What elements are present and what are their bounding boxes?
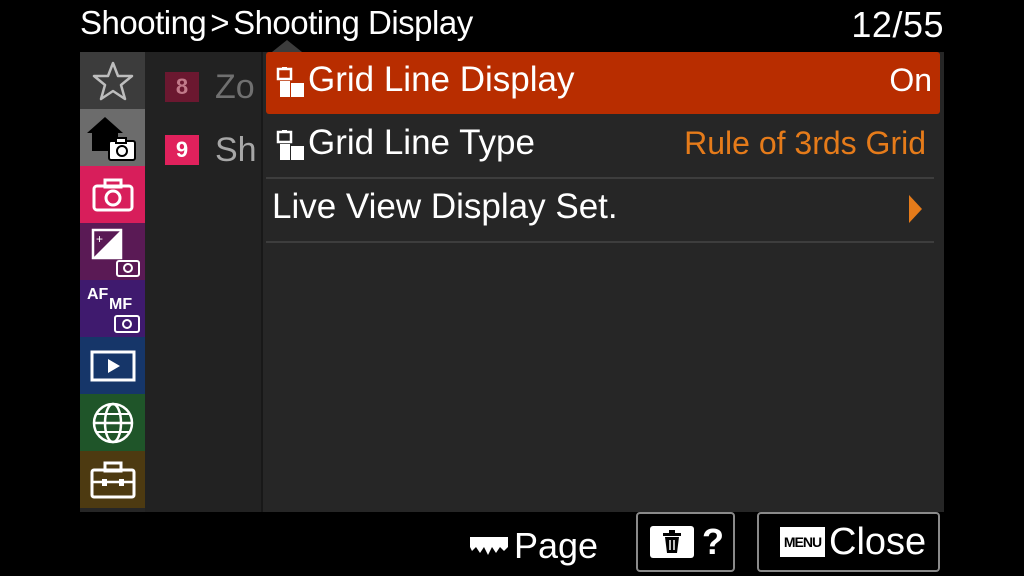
- exposure-comp-icon: +: [91, 228, 140, 277]
- tab-network[interactable]: [80, 394, 145, 451]
- tab-focus[interactable]: AF MF: [80, 280, 145, 337]
- group-label: Sh: [215, 130, 257, 169]
- af-mf-icon: AF MF: [87, 286, 140, 333]
- submenu-arrow-icon: [909, 195, 922, 223]
- tab-main[interactable]: [80, 109, 145, 166]
- menu-item-label: Grid Line Display: [308, 60, 575, 99]
- category-tabs: + AF MF: [80, 52, 145, 512]
- group-item[interactable]: 8 Zo: [165, 67, 255, 107]
- tab-shooting[interactable]: [80, 166, 145, 223]
- page-count: 12/55: [851, 4, 944, 45]
- breadcrumb-parent: Shooting: [80, 4, 207, 41]
- page-label: Page: [514, 525, 599, 566]
- still-movie-icon: [276, 67, 304, 97]
- camera-icon: [92, 178, 133, 211]
- star-icon: [92, 61, 133, 100]
- tab-exposure-color[interactable]: +: [80, 223, 145, 280]
- breadcrumb-separator: >: [210, 4, 230, 41]
- tab-favorites[interactable]: [80, 52, 145, 109]
- breadcrumb: Shooting > Shooting Display: [80, 4, 473, 42]
- menu-item-grid-line-type[interactable]: Grid Line Type Rule of 3rds Grid: [266, 115, 934, 179]
- group-list: 8 Zo 9 Sh: [145, 52, 261, 512]
- menu-key-icon: MENU: [780, 527, 825, 557]
- breadcrumb-current: Shooting Display: [233, 4, 473, 41]
- toolbox-icon: [90, 461, 135, 498]
- svg-text:AF: AF: [87, 286, 109, 303]
- footer: Page ? MENU Close: [0, 512, 1024, 576]
- column-divider: [261, 52, 263, 512]
- page-hint: Page: [468, 525, 599, 566]
- trash-icon: [650, 526, 694, 558]
- tab-playback[interactable]: [80, 337, 145, 394]
- play-icon: [90, 350, 135, 381]
- home-camera-icon: [86, 116, 136, 161]
- group-label: Zo: [215, 67, 255, 106]
- menu-item-grid-line-display[interactable]: Grid Line Display On: [266, 52, 940, 114]
- svg-text:MF: MF: [109, 296, 132, 313]
- help-button[interactable]: ?: [636, 512, 735, 572]
- menu-item-live-view-display-set[interactable]: Live View Display Set.: [266, 179, 934, 243]
- close-button[interactable]: MENU Close: [757, 512, 940, 572]
- header: Shooting > Shooting Display 12/55: [80, 0, 944, 52]
- active-group-pointer: [272, 40, 302, 52]
- tab-setup[interactable]: [80, 451, 145, 508]
- group-item[interactable]: 9 Sh: [165, 130, 257, 170]
- help-label: ?: [702, 521, 724, 562]
- group-number: 8: [165, 72, 199, 102]
- menu-item-value: Rule of 3rds Grid: [684, 125, 926, 161]
- menu-item-label: Live View Display Set.: [272, 187, 618, 226]
- group-number: 9: [165, 135, 199, 165]
- svg-text:+: +: [96, 232, 103, 246]
- close-label: Close: [829, 520, 927, 563]
- still-movie-icon: [276, 130, 304, 160]
- menu-panel: + AF MF 8 Zo 9 Sh Grid Line Display On G…: [80, 52, 944, 512]
- menu-item-label: Grid Line Type: [308, 123, 535, 162]
- control-wheel-icon: [470, 537, 508, 555]
- globe-icon: [92, 402, 133, 443]
- menu-item-value: On: [889, 62, 932, 98]
